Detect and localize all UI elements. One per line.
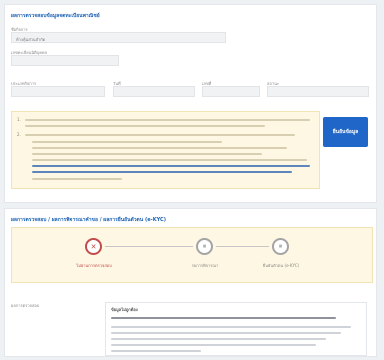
- notice-text-line: [32, 159, 307, 161]
- detail-text-line: [111, 332, 341, 334]
- step-label: ยืนยันตัวตน (e-KYC): [262, 263, 300, 268]
- date-field[interactable]: [113, 86, 195, 97]
- notice-number: 1.: [17, 117, 21, 122]
- detail-box: ข้อมูลไม่ถูกต้อง: [105, 302, 367, 356]
- confirm-button[interactable]: ยืนยันข้อมูล: [323, 117, 368, 147]
- progress-steps: ✕ ⏸ ⏸ ไม่ผ่านการตรวจสอบ รอการพิจารณา ยืน…: [11, 227, 373, 283]
- notice-text-line: [32, 178, 122, 180]
- verification-status-panel: ผลการตรวจสอบ / ผลการพิจารณาคำขอ / ผลการย…: [4, 208, 377, 357]
- detail-text-line: [111, 317, 336, 319]
- notice-text-line: [25, 119, 310, 121]
- business-type-field[interactable]: [11, 86, 105, 97]
- notice-number: 2.: [17, 132, 21, 137]
- business-name-value: ห้างหุ้นส่วนจำกัด: [16, 37, 46, 42]
- notice-text-line: [25, 125, 265, 127]
- business-info-panel: ผลการตรวจสอบข้อมูลจดทะเบียนพาณิชย์ ชื่อก…: [4, 4, 377, 203]
- notice-box: 1. 2.: [11, 111, 320, 189]
- number-field[interactable]: [202, 86, 260, 97]
- registration-number-field[interactable]: [11, 55, 119, 66]
- pause-icon: ⏸: [272, 238, 289, 255]
- detail-text-line: [111, 350, 201, 352]
- step-label: ไม่ผ่านการตรวจสอบ: [76, 263, 112, 268]
- pause-icon: ⏸: [196, 238, 213, 255]
- step-connector: [216, 246, 269, 247]
- step-label: รอการพิจารณา: [191, 263, 219, 268]
- panel-title: ผลการตรวจสอบ / ผลการพิจารณาคำขอ / ผลการย…: [11, 217, 166, 223]
- page: ผลการตรวจสอบข้อมูลจดทะเบียนพาณิชย์ ชื่อก…: [0, 0, 384, 360]
- notice-text-line: [32, 141, 222, 143]
- notice-text-line: [32, 171, 292, 173]
- panel-title: ผลการตรวจสอบข้อมูลจดทะเบียนพาณิชย์: [11, 13, 100, 19]
- notice-text-line: [32, 153, 262, 155]
- notice-text-line: [32, 147, 287, 149]
- notice-text-line: [25, 134, 295, 136]
- x-icon: ✕: [85, 238, 102, 255]
- detail-title: ข้อมูลไม่ถูกต้อง: [111, 307, 138, 312]
- detail-text-line: [111, 326, 351, 328]
- detail-label: ผลการตรวจสอบ: [11, 303, 40, 308]
- status-field[interactable]: [267, 86, 369, 97]
- detail-text-line: [111, 344, 316, 346]
- detail-text-line: [111, 338, 326, 340]
- step-connector: [105, 246, 193, 247]
- notice-text-line: [32, 165, 310, 167]
- business-name-field[interactable]: ห้างหุ้นส่วนจำกัด: [11, 32, 226, 43]
- registration-number-value: [12, 56, 118, 62]
